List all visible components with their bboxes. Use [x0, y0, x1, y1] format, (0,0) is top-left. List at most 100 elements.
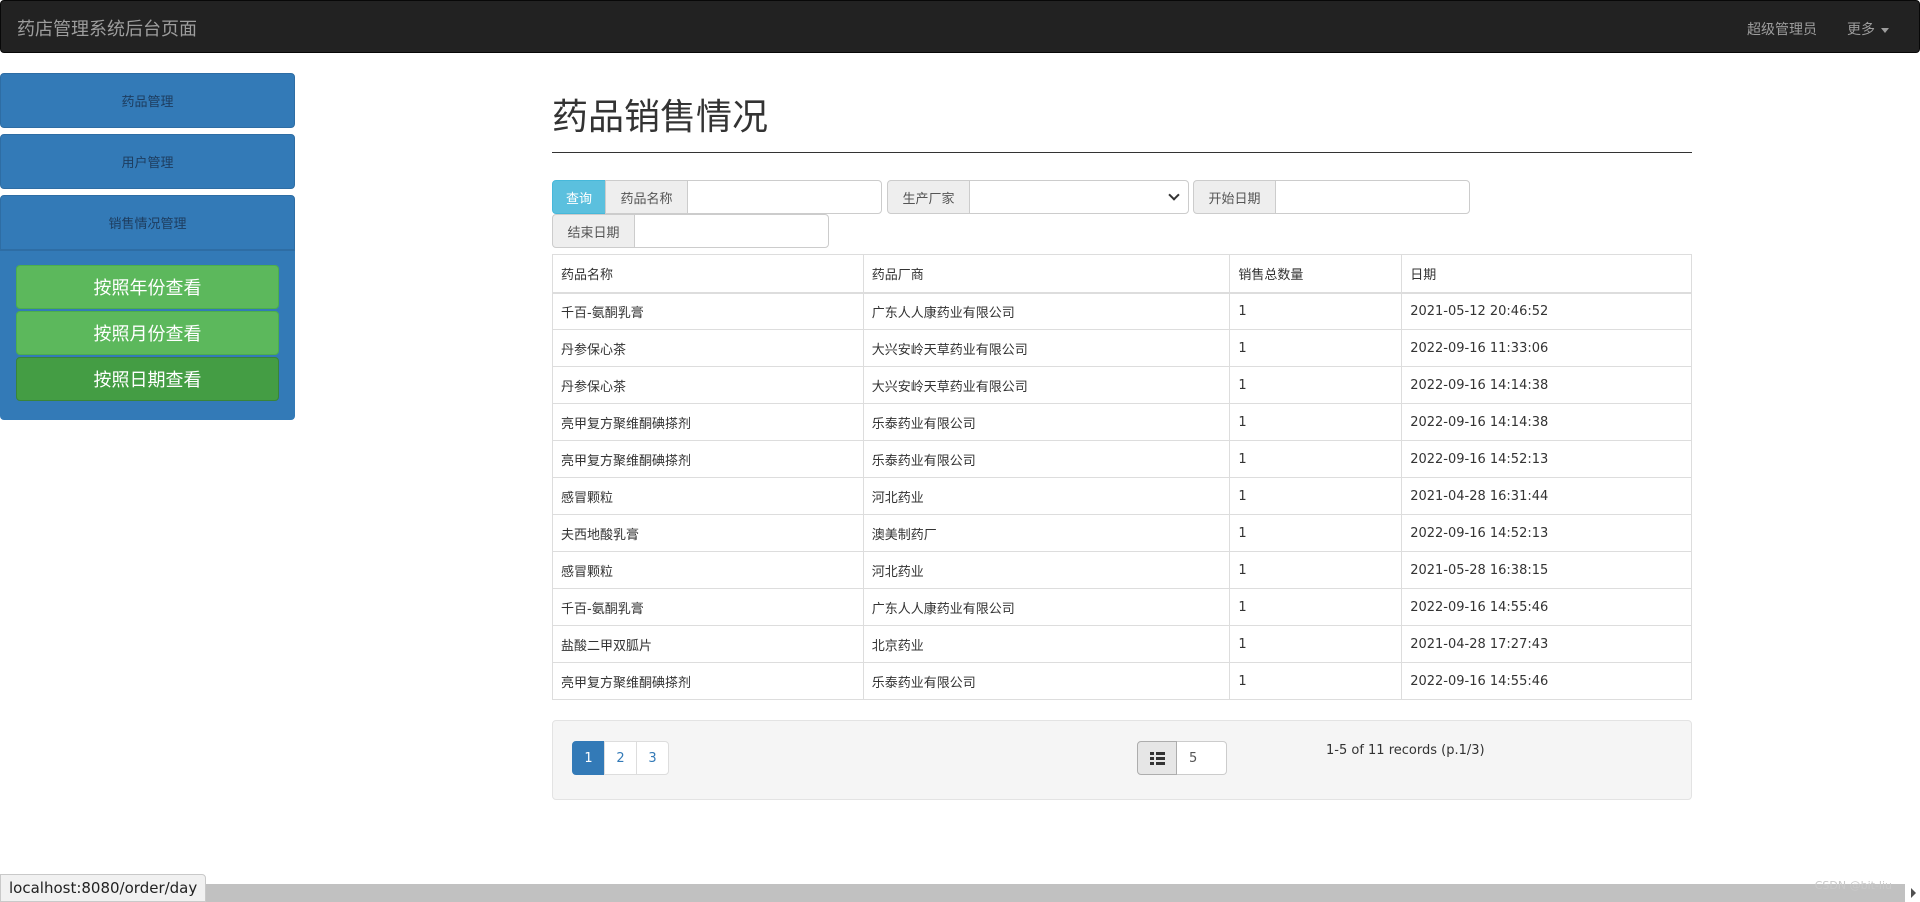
chevron-down-icon	[1168, 189, 1180, 201]
view-by-month-button[interactable]: 按照月份查看	[16, 311, 279, 355]
cell-date: 2022-09-16 14:55:46	[1401, 662, 1692, 700]
pagination: 1 2 3	[572, 741, 669, 775]
end-date-label: 结束日期	[552, 214, 635, 248]
cell-quantity: 1	[1229, 403, 1403, 441]
cell-date: 2021-05-28 16:38:15	[1401, 551, 1692, 589]
cell-drug-name: 亮甲复方聚维酮碘搽剂	[552, 662, 864, 700]
cell-quantity: 1	[1229, 366, 1403, 404]
cell-drug-name: 亮甲复方聚维酮碘搽剂	[552, 440, 864, 478]
start-date-label: 开始日期	[1193, 180, 1276, 214]
cell-date: 2021-04-28 16:31:44	[1401, 477, 1692, 515]
table-row: 亮甲复方聚维酮碘搽剂 乐泰药业有限公司 1 2022-09-16 14:52:13	[552, 440, 1692, 478]
end-date-input[interactable]	[634, 214, 829, 248]
page-link-2[interactable]: 2	[604, 741, 637, 775]
cell-quantity: 1	[1229, 514, 1403, 552]
cell-date: 2022-09-16 14:55:46	[1401, 588, 1692, 626]
sidebar-item-drug-management[interactable]: 药品管理	[0, 73, 295, 128]
cell-manufacturer: 河北药业	[862, 477, 1231, 515]
column-header-date[interactable]: 日期	[1401, 254, 1692, 294]
sidebar: 药品管理 用户管理 销售情况管理 按照年份查看 按照月份查看 按照日期查看	[0, 73, 295, 420]
page-size-button[interactable]	[1137, 741, 1177, 775]
cell-drug-name: 亮甲复方聚维酮碘搽剂	[552, 403, 864, 441]
table-row: 感冒颗粒 河北药业 1 2021-04-28 16:31:44	[552, 477, 1692, 515]
sidebar-item-sales-management[interactable]: 销售情况管理	[0, 195, 295, 250]
table-row: 千百-氨酮乳膏 广东人人康药业有限公司 1 2021-05-12 20:46:52	[552, 292, 1692, 330]
user-menu[interactable]: 超级管理员	[1747, 19, 1817, 39]
horizontal-scrollbar[interactable]	[195, 884, 1905, 902]
table-row: 亮甲复方聚维酮碘搽剂 乐泰药业有限公司 1 2022-09-16 14:14:38	[552, 403, 1692, 441]
cell-date: 2022-09-16 14:14:38	[1401, 403, 1692, 441]
column-header-manufacturer[interactable]: 药品厂商	[862, 254, 1231, 294]
table-row: 千百-氨酮乳膏 广东人人康药业有限公司 1 2022-09-16 14:55:46	[552, 588, 1692, 626]
cell-drug-name: 丹参保心茶	[552, 366, 864, 404]
cell-manufacturer: 乐泰药业有限公司	[862, 440, 1231, 478]
top-navbar: 药店管理系统后台页面 超级管理员 更多	[0, 0, 1920, 53]
cell-quantity: 1	[1229, 440, 1403, 478]
page-link-3[interactable]: 3	[636, 741, 669, 775]
cell-drug-name: 感冒颗粒	[552, 551, 864, 589]
drug-name-input[interactable]	[687, 180, 882, 214]
cell-drug-name: 千百-氨酮乳膏	[552, 292, 864, 330]
more-dropdown[interactable]: 更多	[1847, 19, 1889, 39]
column-header-total-quantity[interactable]: 销售总数量	[1229, 254, 1403, 294]
page-size-input[interactable]: 5	[1177, 741, 1227, 775]
cell-manufacturer: 乐泰药业有限公司	[862, 403, 1231, 441]
pagination-panel: 1 2 3 5 1-5 of 11 records (p.1/3)	[552, 720, 1692, 800]
list-icon	[1149, 751, 1165, 765]
cell-quantity: 1	[1229, 551, 1403, 589]
cell-date: 2021-05-12 20:46:52	[1401, 292, 1692, 330]
watermark: CSDN @bit-liu	[1814, 879, 1892, 892]
view-by-day-button[interactable]: 按照日期查看	[16, 357, 279, 401]
more-label: 更多	[1847, 22, 1875, 38]
cell-quantity: 1	[1229, 329, 1403, 367]
cell-manufacturer: 北京药业	[862, 625, 1231, 663]
cell-manufacturer: 大兴安岭天草药业有限公司	[862, 366, 1231, 404]
table-row: 丹参保心茶 大兴安岭天草药业有限公司 1 2022-09-16 11:33:06	[552, 329, 1692, 367]
cell-quantity: 1	[1229, 477, 1403, 515]
cell-quantity: 1	[1229, 588, 1403, 626]
query-button[interactable]: 查询	[552, 180, 606, 214]
column-header-drug-name[interactable]: 药品名称	[552, 254, 864, 294]
cell-manufacturer: 乐泰药业有限公司	[862, 662, 1231, 700]
records-summary: 1-5 of 11 records (p.1/3)	[1326, 743, 1485, 758]
cell-manufacturer: 大兴安岭天草药业有限公司	[862, 329, 1231, 367]
manufacturer-select[interactable]	[969, 180, 1189, 214]
cell-drug-name: 感冒颗粒	[552, 477, 864, 515]
page-title: 药品销售情况	[552, 97, 769, 138]
cell-manufacturer: 广东人人康药业有限公司	[862, 292, 1231, 330]
cell-date: 2021-04-28 17:27:43	[1401, 625, 1692, 663]
cell-quantity: 1	[1229, 292, 1403, 330]
cell-quantity: 1	[1229, 625, 1403, 663]
cell-date: 2022-09-16 14:52:13	[1401, 440, 1692, 478]
table-row: 丹参保心茶 大兴安岭天草药业有限公司 1 2022-09-16 14:14:38	[552, 366, 1692, 404]
table-header-row: 药品名称 药品厂商 销售总数量 日期	[552, 254, 1692, 294]
caret-down-icon	[1881, 27, 1889, 33]
scroll-right-arrow-icon[interactable]	[1911, 888, 1916, 898]
sales-table: 药品名称 药品厂商 销售总数量 日期 千百-氨酮乳膏 广东人人康药业有限公司 1 20…	[552, 254, 1692, 700]
view-by-year-button[interactable]: 按照年份查看	[16, 265, 279, 309]
cell-manufacturer: 广东人人康药业有限公司	[862, 588, 1231, 626]
table-row: 感冒颗粒 河北药业 1 2021-05-28 16:38:15	[552, 551, 1692, 589]
sidebar-item-user-management[interactable]: 用户管理	[0, 134, 295, 189]
cell-manufacturer: 澳美制药厂	[862, 514, 1231, 552]
app-brand[interactable]: 药店管理系统后台页面	[17, 15, 197, 41]
cell-quantity: 1	[1229, 662, 1403, 700]
page-link-1[interactable]: 1	[572, 741, 605, 775]
browser-status-url: localhost:8080/order/day	[0, 874, 207, 902]
start-date-input[interactable]	[1275, 180, 1470, 214]
navbar-right: 超级管理员 更多	[1747, 19, 1889, 39]
manufacturer-label: 生产厂家	[887, 180, 970, 214]
cell-drug-name: 夫西地酸乳膏	[552, 514, 864, 552]
cell-date: 2022-09-16 14:52:13	[1401, 514, 1692, 552]
cell-date: 2022-09-16 11:33:06	[1401, 329, 1692, 367]
table-row: 亮甲复方聚维酮碘搽剂 乐泰药业有限公司 1 2022-09-16 14:55:46	[552, 662, 1692, 700]
cell-drug-name: 盐酸二甲双胍片	[552, 625, 864, 663]
page-size-control: 5	[1137, 741, 1227, 775]
cell-drug-name: 丹参保心茶	[552, 329, 864, 367]
table-row: 盐酸二甲双胍片 北京药业 1 2021-04-28 17:27:43	[552, 625, 1692, 663]
drug-name-label: 药品名称	[605, 180, 688, 214]
title-divider	[552, 152, 1692, 153]
cell-date: 2022-09-16 14:14:38	[1401, 366, 1692, 404]
cell-manufacturer: 河北药业	[862, 551, 1231, 589]
sales-submenu: 按照年份查看 按照月份查看 按照日期查看	[0, 250, 295, 420]
